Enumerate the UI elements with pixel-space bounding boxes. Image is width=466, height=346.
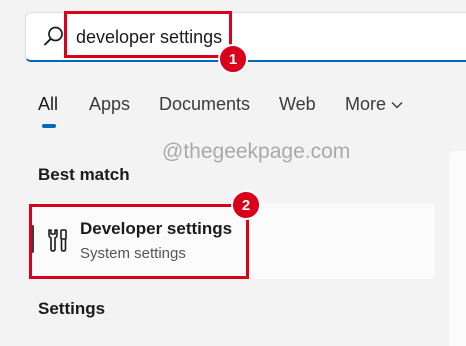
search-icon [44, 26, 63, 46]
step-badge-1: 1 [218, 44, 248, 74]
chevron-down-icon [391, 102, 403, 109]
highlight-search-annotation [64, 11, 232, 58]
tab-more-label: More [345, 94, 387, 114]
tab-more[interactable]: More [345, 94, 403, 115]
preview-pane [449, 151, 466, 346]
step-badge-2: 2 [231, 190, 261, 220]
active-tab-indicator [42, 124, 56, 128]
tab-documents[interactable]: Documents [159, 94, 250, 115]
section-heading-settings: Settings [38, 299, 106, 318]
tab-web[interactable]: Web [279, 94, 316, 115]
tab-apps[interactable]: Apps [89, 94, 130, 115]
highlight-result-annotation [29, 204, 249, 279]
tab-all[interactable]: All [38, 94, 58, 115]
section-heading-best-match: Best match [38, 165, 130, 184]
watermark: @thegeekpage.com [162, 140, 351, 163]
